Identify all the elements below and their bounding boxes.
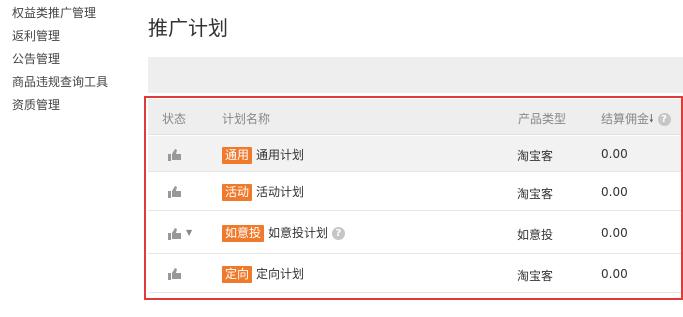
sidebar-item-qualification[interactable]: 资质管理 [12,96,60,113]
toolbar-band [148,57,683,93]
sidebar: 权益类推广管理 返利管理 公告管理 商品违规查询工具 资质管理 [0,0,135,317]
sidebar-item-rebate[interactable]: 返利管理 [12,27,60,44]
highlight-box [144,96,683,300]
sidebar-item-announcement[interactable]: 公告管理 [12,50,60,67]
page-title: 推广计划 [148,16,228,40]
sidebar-item-violation-query[interactable]: 商品违规查询工具 [12,73,108,90]
sidebar-item-rights-promotion[interactable]: 权益类推广管理 [12,4,96,21]
